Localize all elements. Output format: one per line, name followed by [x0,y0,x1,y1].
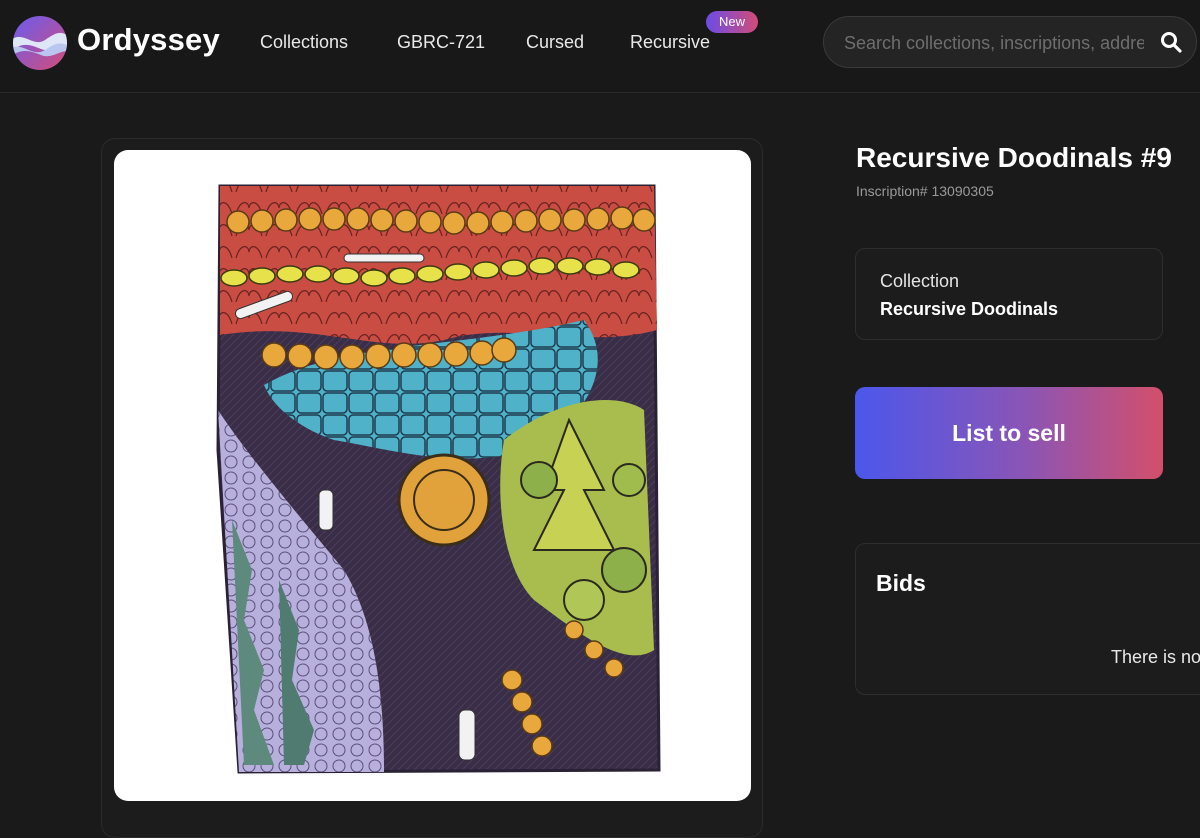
nav-collections[interactable]: Collections [260,32,348,53]
nav-gbrc-721[interactable]: GBRC-721 [397,32,485,53]
list-to-sell-button[interactable]: List to sell [855,387,1163,479]
search-input[interactable] [842,17,1146,69]
bids-title: Bids [876,570,926,596]
bids-empty-message: There is no [1111,647,1200,667]
search-icon[interactable] [1159,30,1183,54]
collection-card[interactable]: Collection Recursive Doodinals [855,248,1163,340]
brand-name[interactable]: Ordyssey [77,22,220,58]
new-badge: New [706,11,758,33]
nav-recursive[interactable]: Recursive [630,32,710,53]
ordyssey-logo-icon[interactable] [13,16,67,70]
bids-panel: Bids There is no [855,543,1200,695]
top-navigation-bar: Ordyssey Collections GBRC-721 Cursed Rec… [0,0,1200,93]
inscription-number: Inscription# 13090305 [856,183,994,199]
nav-cursed[interactable]: Cursed [526,32,584,53]
inscription-artwork[interactable] [114,150,751,801]
inscription-title: Recursive Doodinals #9 [856,142,1172,173]
doodle-artwork-image [216,184,661,774]
collection-label: Collection [880,271,960,291]
search-bar[interactable] [823,16,1197,69]
collection-name-link[interactable]: Recursive Doodinals [880,299,1058,320]
